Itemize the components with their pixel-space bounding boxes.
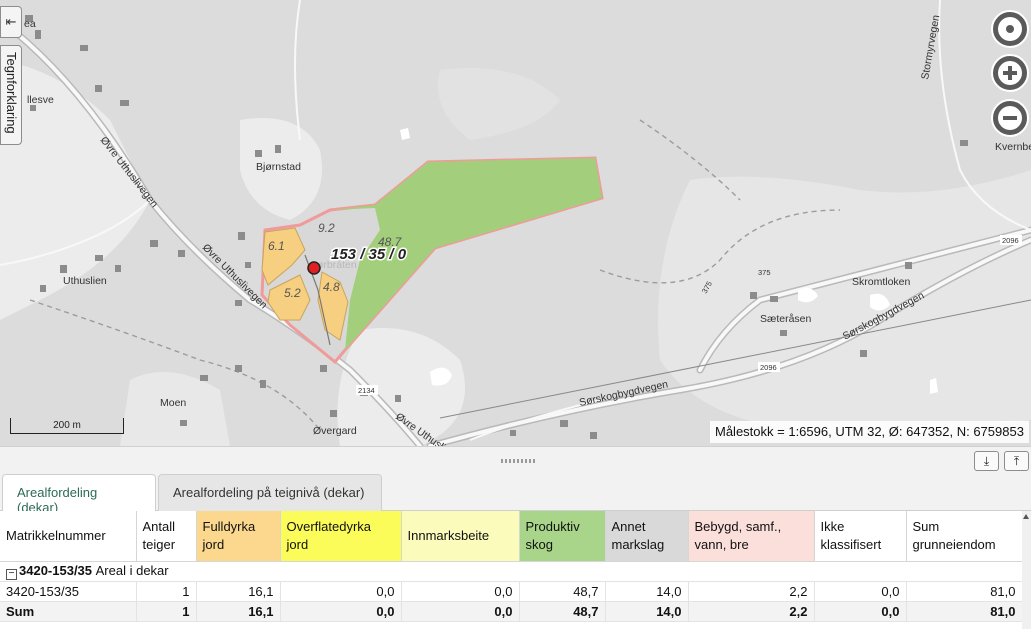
- arrow-up-icon: ⤒: [1013, 453, 1020, 468]
- table-cell: 14,0: [605, 581, 689, 602]
- table-cell: 81,0: [906, 581, 1023, 602]
- sum-cell: 14,0: [605, 601, 689, 622]
- sum-cell: 1: [136, 601, 197, 622]
- map-view[interactable]: llesve Bjørnstad Uthuslien Moen Øvergard…: [0, 0, 1031, 446]
- road-number: 2096: [760, 363, 777, 372]
- sum-cell: 16,1: [196, 601, 281, 622]
- road-number: 375: [758, 268, 771, 277]
- place-label: ea: [24, 18, 36, 30]
- table-cell: 16,1: [196, 581, 281, 602]
- column-header[interactable]: Ikke klassifisert: [814, 511, 907, 562]
- road-number: 2134: [358, 386, 375, 395]
- area-label: 6.1: [268, 239, 285, 253]
- panel-splitter[interactable]: ⤓ ⤒: [0, 446, 1031, 474]
- area-label: 5.2: [284, 286, 301, 300]
- arrow-down-icon: ⤓: [983, 453, 990, 468]
- place-label: Kvernbe: [995, 141, 1031, 153]
- zoom-out-button[interactable]: [991, 99, 1029, 137]
- tab-bar: Arealfordeling (dekar) Arealfordeling på…: [0, 474, 1031, 515]
- column-header[interactable]: Overflatedyrka jord: [280, 511, 402, 562]
- column-header[interactable]: Antall teiger: [136, 511, 197, 562]
- sum-cell: 48,7: [519, 601, 606, 622]
- group-row[interactable]: −3420-153/35 Areal i dekar: [0, 561, 1023, 582]
- table-cell: 1: [136, 581, 197, 602]
- table-cell: 3420-153/35: [0, 581, 137, 602]
- parcel-marker-icon[interactable]: [307, 261, 321, 275]
- column-header[interactable]: Bebygd, samf., vann, bre: [688, 511, 815, 562]
- road-number: 2096: [1002, 236, 1019, 245]
- place-label: llesve: [27, 94, 54, 106]
- scroll-up-icon[interactable]: [1023, 514, 1029, 519]
- collapse-panel-button[interactable]: ⇤: [0, 6, 22, 38]
- table-row[interactable]: 3420-153/35 1 16,1 0,0 0,0 48,7 14,0 2,2…: [0, 581, 1023, 602]
- area-table: Matrikkelnummer Antall teiger Fulldyrka …: [0, 511, 1031, 629]
- place-label: Bjørnstad: [256, 161, 301, 173]
- sum-cell: 0,0: [280, 601, 402, 622]
- sum-cell: 0,0: [814, 601, 907, 622]
- sum-cell: Sum: [0, 601, 137, 622]
- collapse-toggle-icon[interactable]: −: [6, 568, 17, 580]
- column-header[interactable]: Fulldyrka jord: [196, 511, 281, 562]
- place-label: Øvergard: [313, 425, 357, 437]
- legend-tab-label: Tegnforklaring: [4, 52, 19, 134]
- arrow-left-bar-icon: ⇤: [5, 14, 17, 29]
- place-label: Moen: [160, 397, 186, 409]
- group-id: 3420-153/35: [19, 562, 93, 578]
- locate-button[interactable]: [991, 10, 1029, 48]
- column-header[interactable]: Innmarksbeite: [401, 511, 520, 562]
- zoom-in-button[interactable]: [991, 54, 1029, 92]
- table-cell: 0,0: [280, 581, 402, 602]
- legend-tab[interactable]: Tegnforklaring: [0, 45, 22, 145]
- table-cell: 0,0: [814, 581, 907, 602]
- group-suffix: Areal i dekar: [95, 562, 169, 578]
- table-cell: 2,2: [688, 581, 815, 602]
- column-header[interactable]: Produktiv skog: [519, 511, 606, 562]
- minimize-panel-button[interactable]: ⤓: [974, 451, 999, 471]
- sum-row: Sum 1 16,1 0,0 0,0 48,7 14,0 2,2 0,0 81,…: [0, 601, 1023, 622]
- sum-cell: 0,0: [401, 601, 520, 622]
- column-header[interactable]: Matrikkelnummer: [0, 511, 137, 562]
- table-header-row: Matrikkelnummer Antall teiger Fulldyrka …: [0, 511, 1023, 562]
- plus-icon: [998, 61, 1022, 85]
- map-canvas[interactable]: llesve Bjørnstad Uthuslien Moen Øvergard…: [0, 0, 1031, 446]
- column-header[interactable]: Annet markslag: [605, 511, 689, 562]
- parcel-number-label: 153 / 35 / 0: [331, 246, 407, 263]
- table-cell: 0,0: [401, 581, 520, 602]
- place-label: Sæteråsen: [760, 313, 812, 325]
- maximize-panel-button[interactable]: ⤒: [1004, 451, 1029, 471]
- minus-icon: [998, 106, 1022, 130]
- tab-arealfordeling-teigniva[interactable]: Arealfordeling på teignivå (dekar): [158, 474, 382, 511]
- place-label: Skromtloken: [852, 276, 911, 288]
- column-header[interactable]: Sum grunneiendom: [906, 511, 1023, 562]
- tab-arealfordeling[interactable]: Arealfordeling (dekar): [2, 474, 156, 515]
- locate-icon: [998, 17, 1022, 41]
- area-label: 4.8: [323, 280, 340, 294]
- table-cell: 48,7: [519, 581, 606, 602]
- scale-readout: Målestokk = 1:6596, UTM 32, Ø: 647352, N…: [710, 421, 1029, 443]
- scale-bar-label: 200 m: [53, 420, 81, 431]
- scale-bar: 200 m: [10, 418, 124, 434]
- drag-handle-icon[interactable]: [501, 459, 535, 463]
- scrollbar[interactable]: [1022, 511, 1031, 629]
- sum-cell: 81,0: [906, 601, 1023, 622]
- place-label: Uthuslien: [63, 275, 107, 287]
- area-label: 9.2: [318, 221, 335, 235]
- sum-cell: 2,2: [688, 601, 815, 622]
